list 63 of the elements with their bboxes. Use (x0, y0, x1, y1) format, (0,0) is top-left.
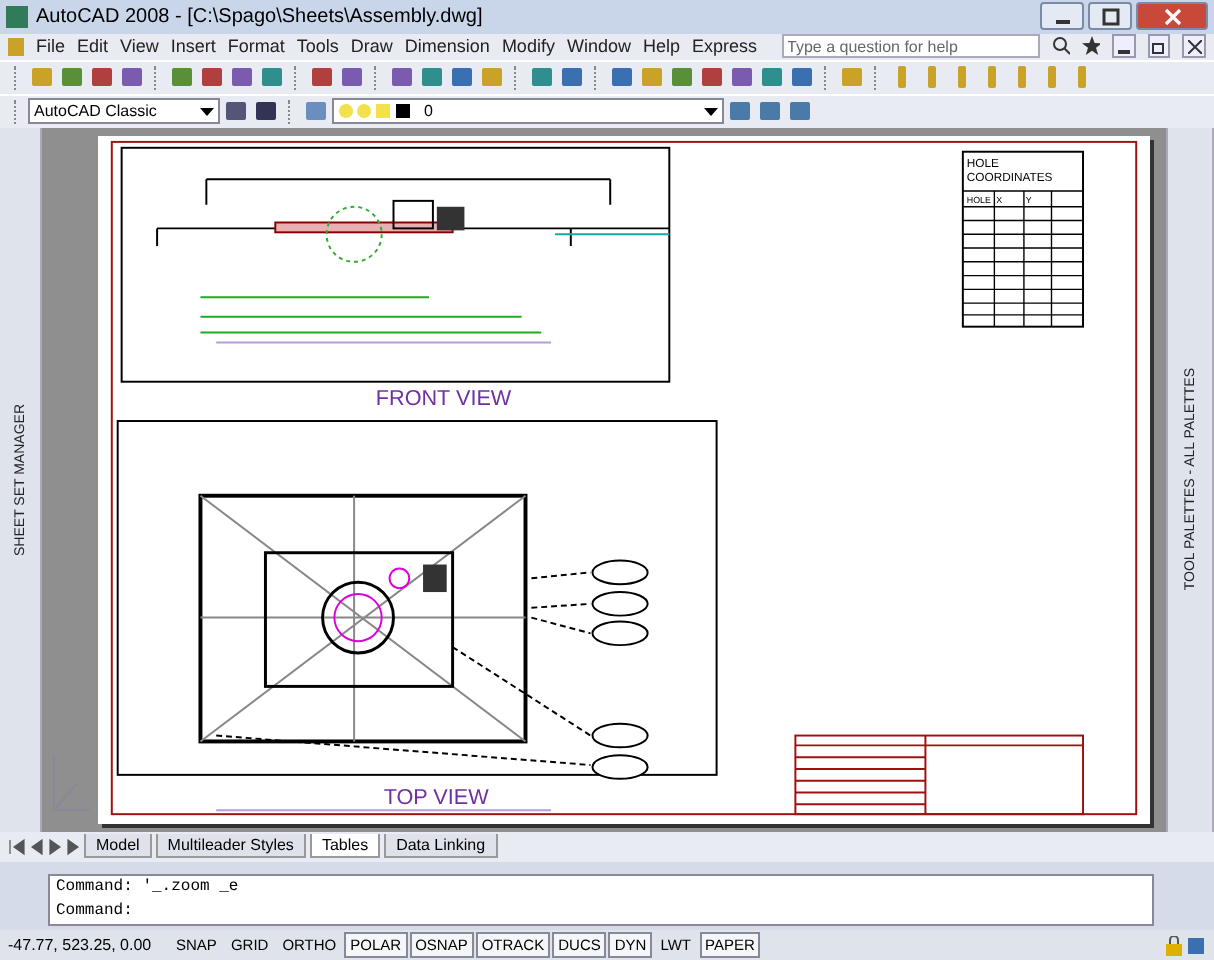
view-title: TOP VIEW (383, 786, 489, 811)
menu-item[interactable]: View (119, 36, 159, 57)
help-search-field[interactable]: Type a question for help (781, 34, 1041, 59)
minimize-button[interactable] (1111, 34, 1136, 59)
restore-button[interactable] (1147, 34, 1171, 59)
toolbar-button[interactable] (788, 63, 816, 92)
caret-icon (704, 107, 718, 116)
toolbar-button[interactable] (698, 63, 726, 92)
close-icon (1163, 7, 1181, 26)
workspace-dropdown[interactable]: AutoCAD Classic (28, 98, 220, 125)
layer-dropdown[interactable]: 0 (332, 98, 724, 125)
toolbar-button[interactable] (448, 63, 476, 92)
star-icon[interactable] (1082, 36, 1100, 57)
close-button[interactable] (1182, 34, 1206, 59)
toolbar-button[interactable] (608, 63, 636, 92)
lock-icon[interactable] (1164, 935, 1184, 956)
toolbar-button[interactable] (88, 63, 116, 92)
minimize-button[interactable] (1040, 2, 1084, 31)
app-icon (6, 5, 28, 28)
close-icon (1187, 39, 1202, 54)
toolbar-button[interactable] (228, 63, 256, 92)
menu-item[interactable]: Format (227, 36, 285, 57)
menu-item[interactable]: Window (566, 36, 631, 57)
view-title: FRONT VIEW (375, 387, 512, 411)
command-line: Command: '_.zoom _e (54, 878, 241, 897)
command-line: Command: (54, 902, 135, 921)
maximize-button[interactable] (1088, 2, 1132, 31)
command-window[interactable]: Command: '_.zoom _e Command: (48, 873, 1154, 927)
layout-tab[interactable]: Tables (309, 834, 381, 859)
toolbar-button[interactable] (388, 63, 416, 92)
layer-manager-button[interactable] (302, 97, 330, 126)
restore-icon (1151, 39, 1166, 54)
tab-navigation-icons[interactable] (8, 837, 80, 856)
menu-item[interactable]: Edit (76, 36, 108, 57)
toolbar-button[interactable] (308, 63, 336, 92)
layout-tab[interactable]: Data Linking (384, 834, 498, 859)
coordinates-readout: -47.77, 523.25, 0.00 (8, 936, 154, 955)
layout-tab[interactable]: Multileader Styles (155, 834, 306, 859)
toolbar-button[interactable] (338, 63, 366, 92)
menu-item[interactable]: Modify (501, 36, 555, 57)
menu-item[interactable]: Express (691, 36, 757, 57)
close-button[interactable] (1136, 2, 1208, 31)
toolbar-button[interactable] (222, 97, 250, 126)
menu-item[interactable]: Draw (350, 36, 393, 57)
menu-item[interactable]: Insert (170, 36, 216, 57)
layout-tab[interactable]: Model (84, 834, 152, 859)
toolbar-button[interactable] (198, 63, 226, 92)
toolbar-button[interactable] (252, 97, 280, 126)
maximize-icon (1101, 7, 1119, 26)
search-icon[interactable] (1052, 36, 1071, 57)
toolbar-button[interactable] (558, 63, 586, 92)
toolbar-button[interactable] (118, 63, 146, 92)
minimize-icon (1055, 20, 1069, 25)
toolbar-button[interactable] (728, 63, 756, 92)
menu-item[interactable]: File (35, 36, 65, 57)
caret-icon (200, 107, 214, 116)
menu-item[interactable]: Dimension (404, 36, 490, 57)
menu-item[interactable]: Help (642, 36, 680, 57)
document-icon (8, 37, 24, 56)
window-title: AutoCAD 2008 - [C:\Spago\Sheets\Assembly.dwg] (36, 5, 483, 28)
square-icon[interactable] (1186, 935, 1206, 956)
menu-item[interactable]: Tools (296, 36, 339, 57)
minimize-icon (1117, 49, 1130, 54)
